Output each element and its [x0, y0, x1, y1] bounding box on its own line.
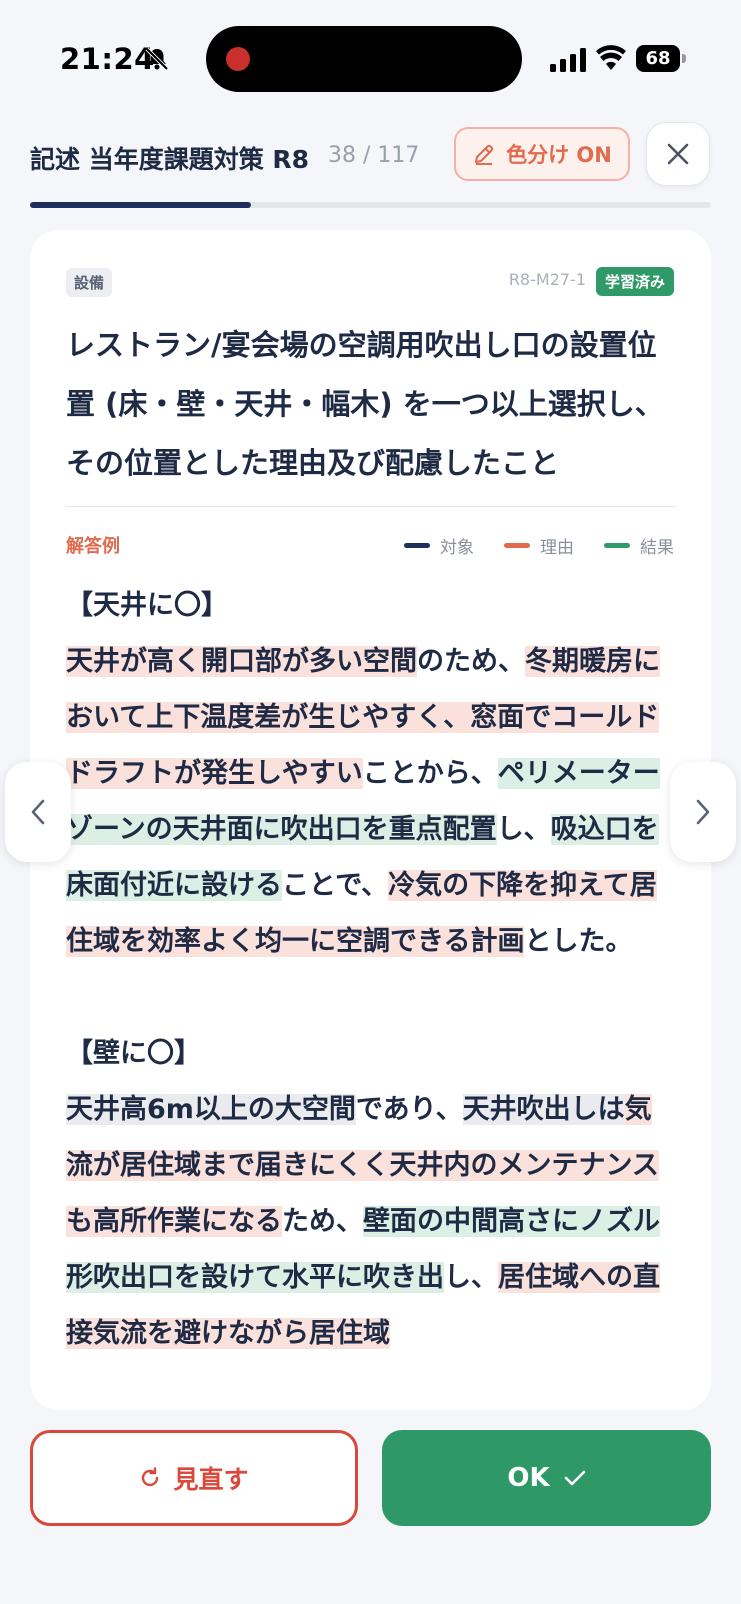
question-id: R8-M27-1 [508, 270, 586, 289]
question-text: レストラン/宴会場の空調用吹出し口の設置位置 (床・壁・天井・幅木) を一つ以上… [66, 328, 664, 480]
legend-swatch [504, 543, 530, 548]
answer-segment: 天井高6m以上の大空間 [66, 1094, 356, 1125]
progress-fill [30, 202, 251, 208]
answer-section-heading: 【天井に〇】 [66, 590, 228, 621]
next-question-button[interactable] [670, 762, 736, 862]
ok-label: OK [507, 1463, 550, 1493]
recording-indicator-icon [226, 47, 250, 71]
checkmark-icon [564, 1470, 585, 1486]
ok-button[interactable]: OK [382, 1430, 711, 1526]
legend-item-result: 結果 [604, 533, 674, 558]
wifi-icon [596, 45, 626, 70]
chevron-left-icon [31, 799, 45, 825]
answer-segment: ことで、 [282, 870, 389, 901]
close-icon [667, 143, 689, 165]
bell-muted-icon [145, 47, 169, 71]
category-chip: 設備 [66, 268, 113, 297]
review-label: 見直す [173, 1465, 249, 1494]
color-legend: 対象 理由 結果 [404, 533, 674, 558]
previous-question-button[interactable] [5, 762, 71, 862]
color-coding-label: 色分け ON [506, 143, 612, 167]
answer-segment: し、 [496, 814, 551, 845]
dynamic-island [206, 26, 522, 92]
answer-section-heading: 【壁に〇】 [66, 1038, 201, 1069]
cellular-signal-icon [550, 48, 586, 72]
answer-segment: し、 [444, 1262, 498, 1293]
chevron-right-icon [696, 799, 710, 825]
answer-paragraph: 天井高6m以上の大空間であり、天井吹出しは気流が居住域まで届きにくく天井内のメン… [66, 1082, 676, 1362]
answer-body: 【天井に〇】天井が高く開口部が多い空間のため、冬期暖房において上下温度差が生じや… [66, 578, 676, 1362]
answer-paragraph: 天井が高く開口部が多い空間のため、冬期暖房において上下温度差が生じやすく、窓面で… [66, 634, 676, 970]
page-title: 記述 当年度課題対策 R8 [30, 145, 310, 174]
answer-segment: ため、 [282, 1206, 363, 1237]
divider [66, 506, 676, 507]
pencil-icon [475, 144, 494, 165]
status-badge: 学習済み [595, 267, 674, 296]
battery-icon: 68 [636, 45, 686, 72]
battery-level: 68 [636, 45, 680, 72]
answer-segment: であり、 [355, 1094, 463, 1125]
refresh-icon [142, 1467, 159, 1487]
legend-label: 結果 [640, 538, 674, 558]
question-counter: 38 / 117 [328, 143, 420, 168]
review-button[interactable]: 見直す [30, 1430, 358, 1526]
progress-bar [30, 202, 711, 208]
answer-label: 解答例 [66, 536, 120, 557]
answer-segment: 天井が高く開口部が多い空間 [66, 646, 417, 677]
legend-swatch [604, 543, 630, 548]
legend-label: 理由 [540, 538, 574, 558]
header: 記述 当年度課題対策 R8 38 / 117 色分け ON [0, 120, 741, 210]
answer-segment: ことから、 [362, 758, 498, 789]
close-button[interactable] [646, 122, 710, 186]
answer-segment: のため、 [417, 646, 525, 677]
legend-label: 対象 [440, 538, 474, 558]
status-time: 21:24 [60, 42, 155, 76]
color-coding-toggle-button[interactable]: 色分け ON [454, 127, 630, 181]
legend-swatch [404, 543, 430, 548]
legend-item-reason: 理由 [504, 533, 574, 558]
question-card: 設備 R8-M27-1 学習済み レストラン/宴会場の空調用吹出し口の設置位置 … [30, 230, 711, 1410]
answer-segment: 天井吹出しは [462, 1094, 625, 1125]
answer-segment: とした。 [524, 926, 633, 957]
legend-item-target: 対象 [404, 533, 474, 558]
status-bar: 21:24 68 [0, 0, 741, 120]
